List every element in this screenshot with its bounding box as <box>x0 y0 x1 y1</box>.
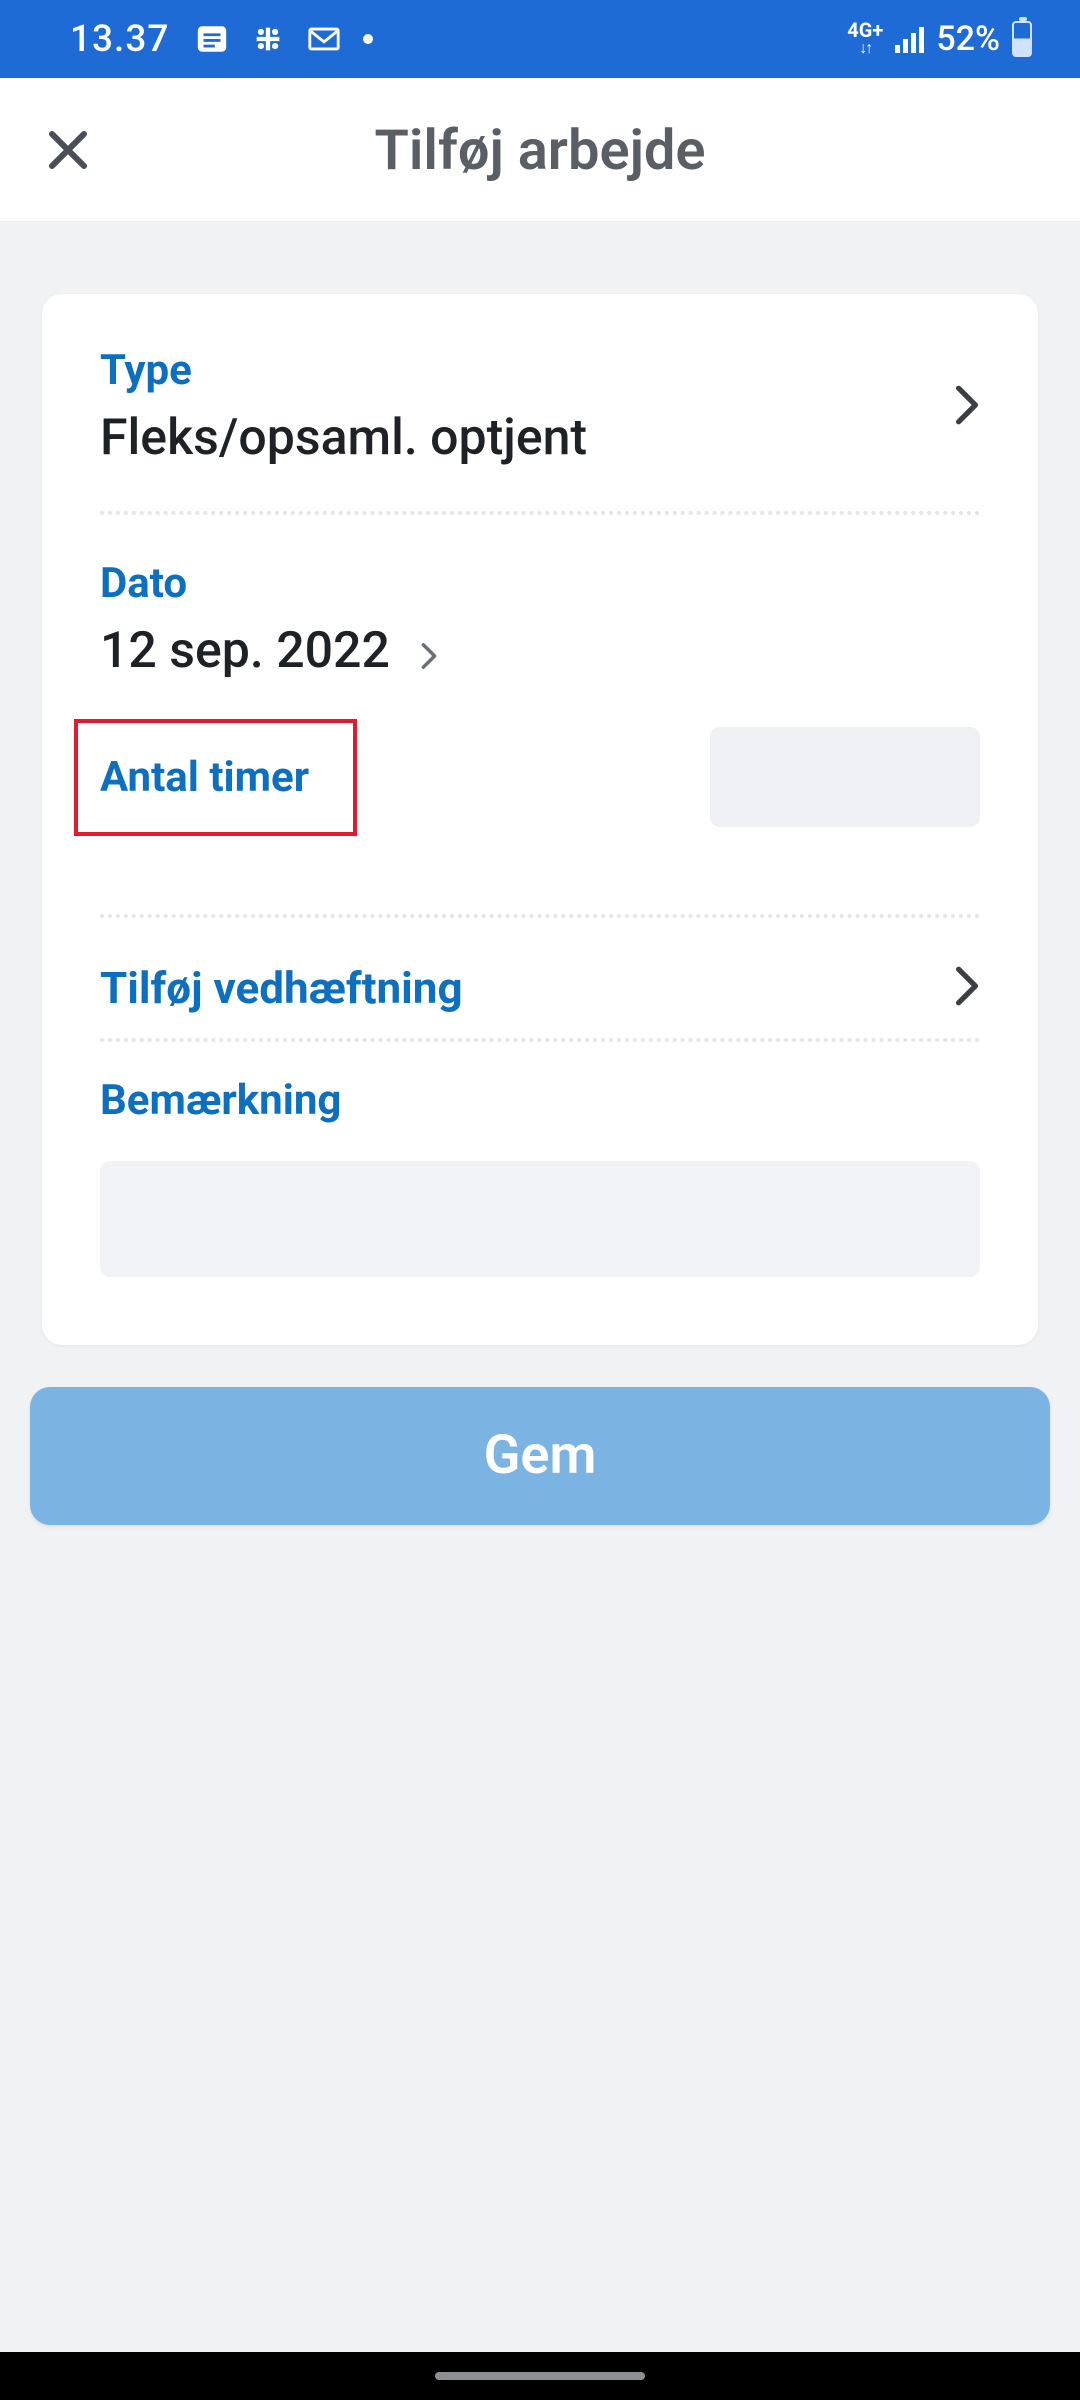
hours-row: Antal timer <box>100 719 980 836</box>
attachment-row[interactable]: Tilføj vedhæftning <box>100 962 980 1014</box>
close-button[interactable] <box>38 120 98 180</box>
slack-icon <box>251 22 285 56</box>
status-time: 13.37 <box>70 18 169 61</box>
date-row[interactable]: Dato 12 sep. 2022 <box>100 559 980 683</box>
signal-icon <box>895 25 924 53</box>
hours-input[interactable] <box>710 727 980 827</box>
type-value: Fleks/opsaml. optjent <box>100 409 980 467</box>
battery-percentage: 52% <box>936 19 1000 59</box>
gesture-handle[interactable] <box>435 2372 645 2380</box>
message-icon <box>195 22 229 56</box>
hours-label-highlight: Antal timer <box>74 719 357 836</box>
chevron-right-icon <box>954 384 980 430</box>
remark-row: Bemærkning <box>100 1076 980 1281</box>
form-card: Type Fleks/opsaml. optjent Dato 12 sep. … <box>42 294 1038 1345</box>
chevron-right-icon <box>420 625 438 683</box>
battery-icon <box>1012 21 1032 57</box>
divider <box>100 914 980 918</box>
date-label: Dato <box>100 559 980 608</box>
hours-label: Antal timer <box>100 753 309 802</box>
type-row[interactable]: Type Fleks/opsaml. optjent <box>100 346 980 467</box>
save-button[interactable]: Gem <box>30 1387 1050 1525</box>
divider <box>100 511 980 515</box>
remark-label: Bemærkning <box>100 1076 980 1125</box>
chevron-right-icon <box>954 965 980 1011</box>
status-left: 13.37 <box>70 18 373 61</box>
date-value: 12 sep. 2022 <box>100 622 980 683</box>
system-nav-bar <box>0 2352 1080 2400</box>
network-type-icon: 4G+ ↓↑ <box>847 21 883 57</box>
status-bar: 13.37 4G+ ↓↑ 52% <box>0 0 1080 78</box>
attachment-label: Tilføj vedhæftning <box>100 962 463 1014</box>
gmail-icon <box>307 22 341 56</box>
status-right: 4G+ ↓↑ 52% <box>847 19 1032 59</box>
more-notifications-icon <box>363 34 373 44</box>
save-button-label: Gem <box>484 1424 597 1487</box>
close-icon <box>44 126 92 174</box>
divider <box>100 1038 980 1042</box>
page-title: Tilføj arbejde <box>0 117 1080 183</box>
type-label: Type <box>100 346 980 395</box>
status-notification-icons <box>195 22 373 56</box>
remark-input[interactable] <box>100 1161 980 1277</box>
app-header: Tilføj arbejde <box>0 78 1080 222</box>
